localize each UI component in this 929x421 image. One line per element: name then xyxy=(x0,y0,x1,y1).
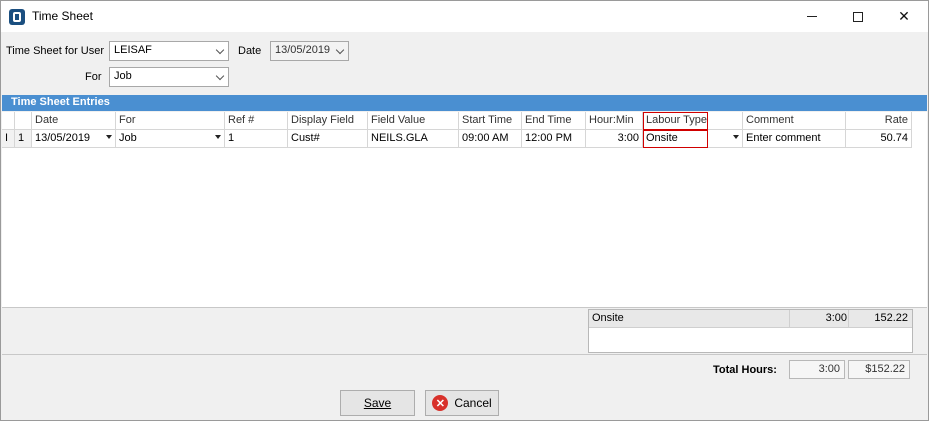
field-value-cell[interactable]: NEILS.GLA xyxy=(368,130,459,148)
date-cell[interactable]: 13/05/2019 xyxy=(32,130,116,148)
table-row[interactable]: I 1 13/05/2019 Job 1 Cust# NEILS.GLA 09:… xyxy=(2,130,912,148)
display-field-cell[interactable]: Cust# xyxy=(288,130,368,148)
ref-cell[interactable]: 1 xyxy=(225,130,288,148)
user-select[interactable]: LEISAF xyxy=(109,41,229,61)
for-select[interactable]: Job xyxy=(109,67,229,87)
for-select-value: Job xyxy=(114,70,132,82)
summary-type: Onsite xyxy=(592,312,624,324)
total-amount-field: $152.22 xyxy=(848,360,910,379)
comment-cell[interactable]: Enter comment xyxy=(743,130,846,148)
header-display-field[interactable]: Display Field xyxy=(288,112,368,130)
summary-divider xyxy=(789,310,790,328)
rate-cell[interactable]: 50.74 xyxy=(846,130,912,148)
section-title: Time Sheet Entries xyxy=(2,95,927,111)
labour-type-cell[interactable]: Onsite xyxy=(643,130,708,148)
start-time-cell[interactable]: 09:00 AM xyxy=(459,130,522,148)
header-indicator xyxy=(2,112,15,130)
total-hours-label: Total Hours: xyxy=(713,364,777,376)
header-row-number xyxy=(15,112,32,130)
summary-row: Onsite 3:00 152.22 xyxy=(589,310,912,328)
labour-type-dropdown[interactable] xyxy=(708,130,743,148)
app-icon xyxy=(9,9,25,25)
header-labour-type[interactable]: Labour Type xyxy=(643,112,708,130)
for-cell-value: Job xyxy=(119,132,137,144)
header-hour-min[interactable]: Hour:Min xyxy=(586,112,643,130)
date-select-value: 13/05/2019 xyxy=(275,44,331,56)
cancel-icon: ✕ xyxy=(432,395,449,411)
totals-divider xyxy=(2,354,927,355)
header-for[interactable]: For xyxy=(116,112,225,130)
save-button[interactable]: Save xyxy=(340,390,415,416)
minimize-icon xyxy=(807,16,817,17)
maximize-button[interactable] xyxy=(835,1,881,32)
time-sheet-window: Time Sheet ✕ Time Sheet for User LEISAF … xyxy=(0,0,929,421)
for-cell[interactable]: Job xyxy=(116,130,225,148)
chevron-down-icon xyxy=(336,47,344,55)
dropdown-arrow-icon[interactable] xyxy=(215,135,221,139)
window-title: Time Sheet xyxy=(32,9,93,23)
for-label: For xyxy=(85,71,102,83)
header-date[interactable]: Date xyxy=(32,112,116,130)
date-label: Date xyxy=(238,45,262,57)
cancel-button[interactable]: ✕ Cancel xyxy=(425,390,499,416)
minimize-button[interactable] xyxy=(789,1,835,32)
header-ref[interactable]: Ref # xyxy=(225,112,288,130)
close-button[interactable]: ✕ xyxy=(881,1,927,32)
row-number: 1 xyxy=(15,130,32,148)
summary-divider xyxy=(848,310,849,328)
dropdown-arrow-icon[interactable] xyxy=(106,135,112,139)
maximize-icon xyxy=(853,11,863,22)
summary-amount: 152.22 xyxy=(874,312,908,324)
header-field-value[interactable]: Field Value xyxy=(368,112,459,130)
summary-hours: 3:00 xyxy=(825,312,847,324)
header-rate[interactable]: Rate xyxy=(846,112,912,130)
close-icon: ✕ xyxy=(898,8,910,24)
header-comment[interactable]: Comment xyxy=(743,112,846,130)
save-button-label: Save xyxy=(363,396,392,410)
time-sheet-grid: Date For Ref # Display Field Field Value… xyxy=(2,112,927,308)
dropdown-arrow-icon[interactable] xyxy=(733,135,739,139)
chevron-down-icon xyxy=(216,73,224,81)
hour-min-cell[interactable]: 3:00 xyxy=(586,130,643,148)
user-select-value: LEISAF xyxy=(114,44,152,56)
chevron-down-icon xyxy=(216,47,224,55)
user-label: Time Sheet for User xyxy=(6,45,105,57)
end-time-cell[interactable]: 12:00 PM xyxy=(522,130,586,148)
row-indicator: I xyxy=(2,130,15,148)
date-select[interactable]: 13/05/2019 xyxy=(270,41,349,61)
title-bar: Time Sheet ✕ xyxy=(1,1,928,32)
header-blank xyxy=(708,112,743,130)
labour-summary: Onsite 3:00 152.22 xyxy=(588,309,913,353)
total-hours-field: 3:00 xyxy=(789,360,845,379)
header-start-time[interactable]: Start Time xyxy=(459,112,522,130)
date-cell-value: 13/05/2019 xyxy=(35,132,91,144)
cancel-button-label: Cancel xyxy=(454,396,492,410)
grid-header: Date For Ref # Display Field Field Value… xyxy=(2,112,912,130)
header-end-time[interactable]: End Time xyxy=(522,112,586,130)
